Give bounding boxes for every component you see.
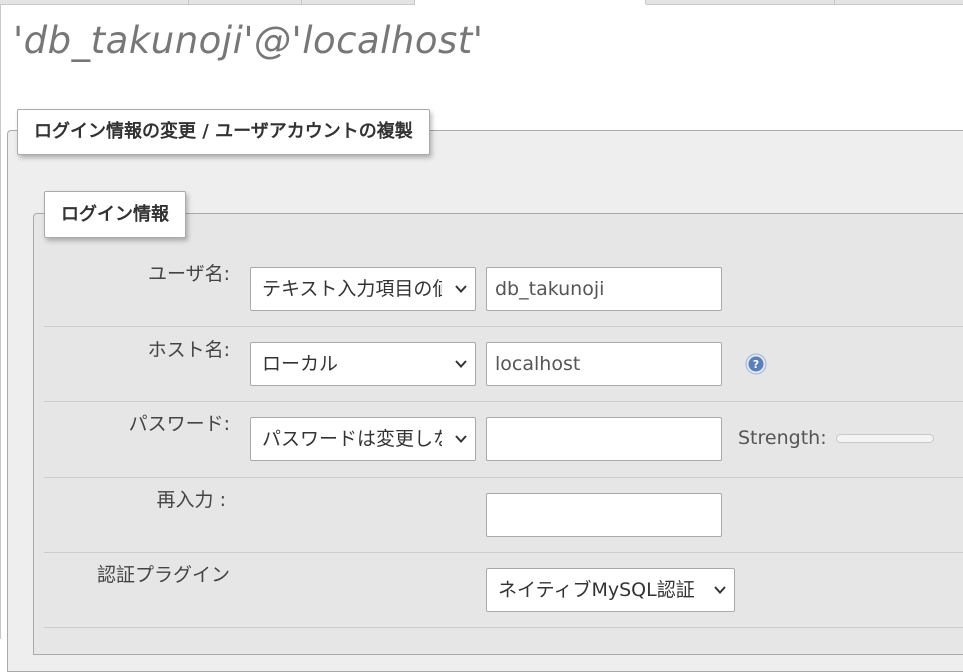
auth-plugin-label: 認証プラグイン (96, 564, 230, 586)
row-divider (44, 326, 963, 327)
strength-label: Strength: (738, 427, 827, 449)
tab-segment[interactable] (302, 0, 415, 5)
page-title: 'db_takunoji'@'localhost' (13, 19, 484, 62)
username-mode-select[interactable]: テキスト入力項目の値を使用する (250, 267, 476, 311)
row-divider (44, 401, 963, 402)
password-label: パスワード: (128, 413, 230, 435)
row-divider (44, 552, 963, 553)
username-mode-value: テキスト入力項目の値を使用する (262, 278, 442, 300)
username-label: ユーザ名: (147, 263, 230, 285)
page-left-border (0, 0, 1, 639)
host-mode-value: ローカル (262, 353, 339, 375)
host-input[interactable]: localhost (486, 342, 722, 386)
tab-segment[interactable] (646, 0, 835, 5)
password-input[interactable] (486, 417, 722, 461)
tab-segment[interactable] (835, 0, 963, 5)
tab-segment[interactable] (189, 0, 302, 5)
password-mode-select[interactable]: パスワードは変更しない (250, 417, 476, 461)
reenter-password-input[interactable] (486, 493, 722, 537)
row-divider (44, 627, 963, 628)
reenter-label: 再入力 : (156, 489, 226, 511)
password-strength-meter (836, 434, 934, 443)
tab-segment-active[interactable] (415, 0, 646, 4)
change-login-legend: ログイン情報の変更 / ユーザアカウントの複製 (17, 109, 430, 155)
help-icon[interactable]: ? (745, 353, 767, 375)
host-label: ホスト名: (147, 339, 230, 361)
chevron-down-icon (455, 360, 467, 368)
auth-plugin-select[interactable]: ネイティブMySQL認証 (486, 568, 735, 612)
top-tabs-strip (0, 0, 963, 5)
auth-plugin-value: ネイティブMySQL認証 (498, 579, 695, 601)
svg-text:?: ? (753, 358, 759, 371)
tab-segment[interactable] (0, 0, 189, 5)
username-input[interactable]: db_takunoji (486, 267, 722, 311)
chevron-down-icon (455, 285, 467, 293)
row-divider (44, 477, 963, 478)
password-mode-value: パスワードは変更しない (262, 428, 442, 450)
chevron-down-icon (714, 586, 726, 594)
login-info-legend: ログイン情報 (44, 191, 186, 238)
host-mode-select[interactable]: ローカル (250, 342, 476, 386)
chevron-down-icon (455, 435, 467, 443)
